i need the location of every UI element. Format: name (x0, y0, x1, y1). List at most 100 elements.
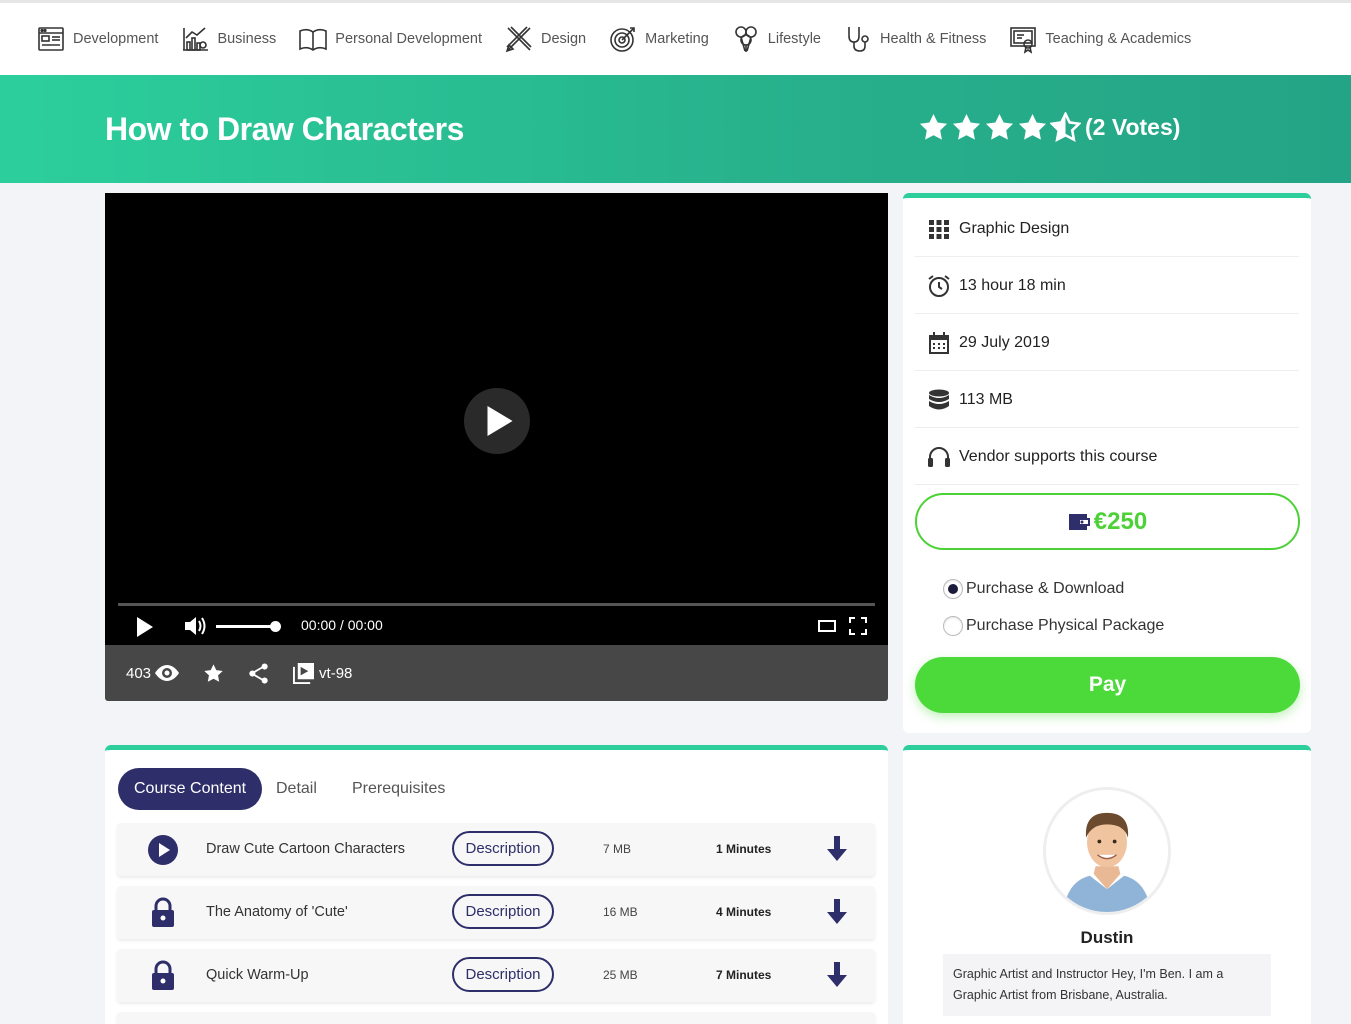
stethoscope-icon (848, 27, 869, 52)
nav-label: Design (540, 31, 587, 47)
volume-slider[interactable] (216, 625, 276, 628)
lesson-title[interactable]: Quick Warm-Up (206, 967, 309, 983)
fullscreen-icon[interactable] (849, 617, 867, 635)
info-size: 113 MB (915, 372, 1299, 428)
description-button[interactable]: Description (452, 831, 554, 866)
volume-slider-handle[interactable] (270, 621, 281, 632)
nav-item-design[interactable]: Design (504, 24, 586, 54)
course-header: How to Draw Characters (2 Votes) (0, 75, 1351, 183)
option-purchase-download[interactable]: Purchase & Download (943, 579, 1124, 599)
nav-item-development[interactable]: Development (36, 24, 158, 54)
nav-label: Business (217, 31, 277, 47)
lesson-title[interactable]: The Anatomy of 'Cute' (206, 904, 348, 920)
lesson-title[interactable]: Draw Cute Cartoon Characters (206, 841, 405, 857)
instructor-name: Dustin (1080, 928, 1134, 947)
video-player[interactable]: 00:00 / 00:00 (105, 193, 888, 645)
support-text: Vendor supports this course (959, 447, 1158, 465)
instructor-card: Dustin Graphic Artist and Instructor Hey… (903, 745, 1311, 1024)
half-star-icon[interactable] (1050, 112, 1081, 143)
course-info-card: Graphic Design 13 hour 18 min 29 July 20… (903, 193, 1311, 733)
person-portrait-icon (1046, 790, 1168, 912)
lesson-duration: 1 Minutes (716, 842, 772, 856)
pay-button[interactable]: Pay (915, 657, 1300, 713)
info-category: Graphic Design (915, 201, 1299, 257)
nav-label: Marketing (645, 31, 709, 47)
nav-label: Personal Development (335, 31, 482, 47)
duration-text: 13 hour 18 min (959, 276, 1066, 294)
share-button[interactable] (248, 662, 269, 684)
pencil-ruler-icon (505, 26, 532, 53)
star-icon[interactable] (918, 112, 949, 143)
volume-icon[interactable] (184, 615, 208, 637)
votes-count: (2 Votes) (1085, 114, 1181, 140)
lock-icon (152, 960, 174, 990)
video-meta-bar: 403 vt-98 (105, 645, 888, 701)
bar-chart-icon (183, 27, 209, 51)
play-icon[interactable] (135, 617, 155, 637)
headset-icon (928, 446, 950, 467)
date-text: 29 July 2019 (959, 333, 1050, 351)
lesson-size: 7 MB (603, 842, 632, 856)
price-button[interactable]: €250 (915, 493, 1300, 550)
nav-label: Health & Fitness (880, 31, 987, 47)
course-rating: (2 Votes) (918, 112, 1180, 143)
lesson-row[interactable]: Draw Cute Cartoon Characters Description… (117, 823, 875, 876)
star-icon[interactable] (984, 112, 1015, 143)
nav-item-personal-development[interactable]: Personal Development (298, 24, 482, 54)
nav-item-marketing[interactable]: Marketing (608, 24, 709, 54)
alarm-clock-icon (928, 274, 950, 297)
play-circle-icon[interactable] (147, 834, 179, 866)
tab-detail[interactable]: Detail (276, 768, 317, 810)
video-time: 00:00 / 00:00 (301, 617, 383, 633)
big-play-button[interactable] (464, 388, 530, 454)
lesson-row[interactable]: The Anatomy of 'Cute' Description 16 MB … (117, 886, 875, 939)
video-code: vt-98 (293, 662, 353, 684)
description-button[interactable]: Description (452, 894, 554, 929)
course-title: How to Draw Characters (105, 111, 464, 147)
tab-prerequisites[interactable]: Prerequisites (352, 768, 445, 810)
play-icon (487, 406, 512, 436)
star-icon[interactable] (1017, 112, 1048, 143)
nav-label: Teaching & Academics (1045, 31, 1192, 47)
database-icon (929, 389, 949, 409)
favorite-button[interactable] (203, 663, 224, 684)
balloons-icon (734, 26, 757, 52)
views-count: 403 (126, 665, 180, 682)
instructor-bio: Graphic Artist and Instructor Hey, I'm B… (943, 954, 1271, 1016)
tab-course-content[interactable]: Course Content (118, 768, 263, 810)
download-arrow-icon[interactable] (826, 899, 848, 925)
download-arrow-icon[interactable] (826, 836, 848, 862)
category-nav: Development Business Personal Developmen… (0, 0, 1351, 75)
info-support: Vendor supports this course (915, 429, 1299, 485)
lesson-row[interactable] (117, 1012, 875, 1024)
lesson-size: 16 MB (603, 905, 638, 919)
video-code-label: vt-98 (319, 664, 353, 682)
nav-item-teaching-academics[interactable]: Teaching & Academics (1008, 24, 1191, 54)
radio-button[interactable] (943, 616, 963, 636)
option-purchase-physical[interactable]: Purchase Physical Package (943, 616, 1164, 636)
theater-mode-icon[interactable] (818, 619, 836, 633)
radio-button-selected[interactable] (943, 579, 963, 599)
course-content-card: Course Content Detail Prerequisites Draw… (105, 745, 888, 1024)
nav-item-business[interactable]: Business (180, 24, 276, 54)
description-button[interactable]: Description (452, 957, 554, 992)
download-arrow-icon[interactable] (826, 962, 848, 988)
lock-icon (152, 897, 174, 927)
nav-item-health-fitness[interactable]: Health & Fitness (843, 24, 986, 54)
star-icon[interactable] (951, 112, 982, 143)
certificate-icon (1010, 27, 1037, 54)
instructor-avatar[interactable] (1043, 787, 1171, 915)
nav-item-lifestyle[interactable]: Lifestyle (731, 24, 821, 54)
category-text: Graphic Design (959, 219, 1070, 237)
target-icon (610, 27, 635, 52)
lesson-row[interactable]: Quick Warm-Up Description 25 MB 7 Minute… (117, 949, 875, 1002)
open-book-icon (299, 28, 328, 51)
code-window-icon (38, 27, 64, 51)
lesson-duration: 4 Minutes (716, 905, 772, 919)
wallet-icon (1068, 513, 1090, 530)
calendar-icon (929, 331, 949, 354)
nav-label: Lifestyle (767, 31, 821, 47)
playlist-icon (293, 662, 315, 684)
video-progress-bar[interactable] (118, 603, 875, 606)
price-value: €250 (1093, 507, 1148, 535)
